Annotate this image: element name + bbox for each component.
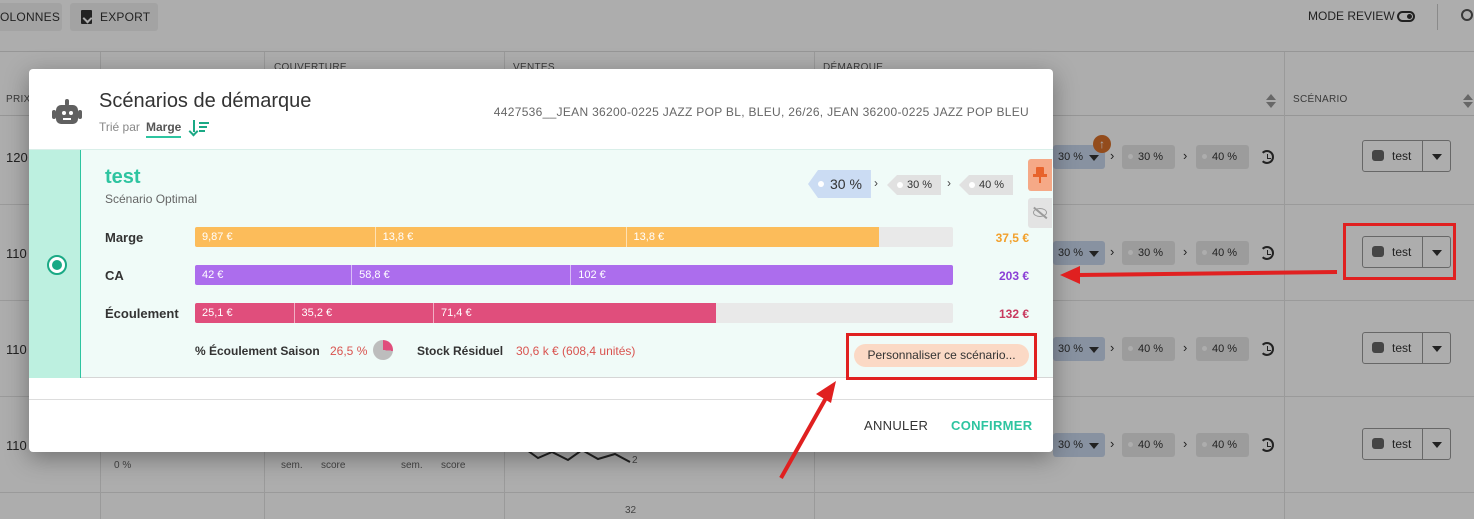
annotation-arrowhead (816, 381, 836, 403)
annotation-arrowhead (1060, 266, 1080, 284)
annotation-arrow-line (1077, 270, 1338, 277)
annotation-arrow-line (779, 397, 828, 479)
annotation-arrows (779, 266, 1338, 479)
